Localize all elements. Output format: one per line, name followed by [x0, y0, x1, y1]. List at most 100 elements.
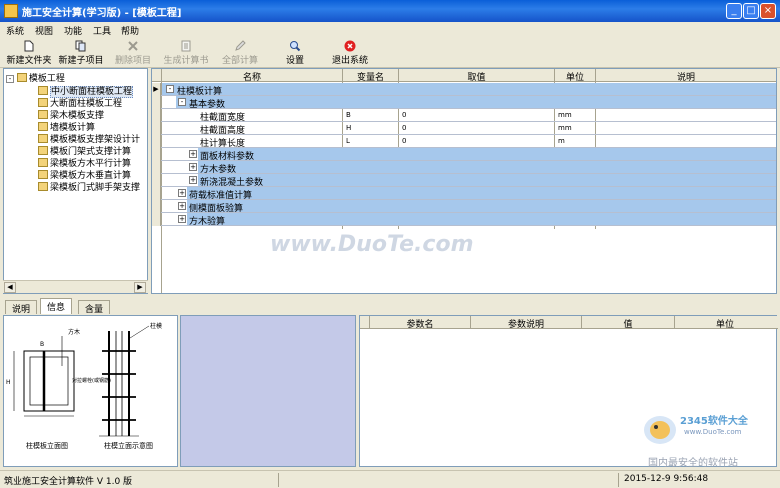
table-row[interactable]: ▶ - 柱模板计算 [152, 83, 776, 97]
calc-all-label: 全部计算 [221, 56, 258, 66]
calc-all-button[interactable]: 全部计算 [218, 40, 262, 66]
menu-help[interactable]: 帮助 [121, 24, 139, 37]
menu-view[interactable]: 视图 [35, 24, 53, 37]
tree-root[interactable]: - 模板工程 [6, 71, 65, 84]
menu-tools[interactable]: 工具 [93, 24, 111, 37]
tab-description[interactable]: 说明 [5, 300, 38, 315]
annotation-wood: 方木 [68, 328, 80, 336]
tree-item[interactable]: 梁模板方木平行计算 [38, 156, 131, 169]
bird-logo-icon [644, 416, 676, 444]
status-app-name: 筑业施工安全计算软件 V 1.0 版 [4, 477, 133, 487]
table-row[interactable]: 柱截面高度 H 0 mm [152, 122, 776, 136]
col-var-header[interactable]: 变量名 [343, 70, 398, 83]
tree-item[interactable]: 梁模板方木垂直计算 [38, 168, 131, 181]
tree-item[interactable]: 梁木模板支撑 [38, 108, 104, 121]
col-value-header[interactable]: 取值 [399, 70, 554, 83]
annotation-h: H [6, 379, 11, 386]
tree-item-label: 梁模板门式脚手架支撑 [50, 183, 141, 193]
settings-button[interactable]: 设置 [282, 40, 308, 66]
file-icon [38, 86, 48, 95]
tab-content[interactable]: 含量 [78, 300, 111, 315]
file-icon [38, 170, 48, 179]
column-formwork-diagram: 方木 B H 柱模 对拉螺栓(或钢筋) 柱模板立面图 柱模立面示意图 [6, 322, 162, 450]
tree-item[interactable]: 梁模板门式脚手架支撑 [38, 180, 141, 193]
tree-item[interactable]: 大断面柱模板工程 [38, 96, 122, 109]
expand-icon[interactable]: + [189, 176, 197, 184]
app-icon [4, 4, 18, 18]
close-button[interactable]: × [760, 3, 776, 19]
col-desc-header[interactable]: 说明 [596, 70, 776, 83]
row-name: 方木验算 [189, 217, 226, 227]
expand-icon[interactable]: + [189, 150, 197, 158]
copy-file-icon [75, 40, 86, 52]
collapse-icon[interactable]: - [166, 85, 174, 93]
expand-icon[interactable]: + [178, 215, 186, 223]
col-param-name[interactable]: 参数名 [370, 317, 470, 330]
file-icon [38, 146, 48, 155]
exit-button[interactable]: 退出系统 [330, 40, 370, 66]
table-row[interactable]: + 方木验算 [152, 213, 776, 227]
file-icon [38, 158, 48, 167]
badge-site: www.DuoTe.com [684, 428, 742, 436]
title-bar: 施工安全计算(学习版) - [模板工程] _ □ × [0, 0, 780, 22]
right-diagram-label: 柱模立面示意图 [104, 441, 153, 450]
menu-function[interactable]: 功能 [64, 24, 82, 37]
table-row[interactable]: + 侧模面板验算 [152, 200, 776, 214]
row-unit: mm [558, 124, 572, 132]
collapse-icon[interactable]: - [178, 98, 186, 106]
exit-icon [344, 40, 356, 52]
col-param-unit[interactable]: 单位 [675, 317, 775, 330]
scroll-left-icon[interactable]: ◀ [4, 282, 16, 293]
maximize-button[interactable]: □ [743, 3, 759, 19]
col-name-header[interactable]: 名称 [162, 70, 342, 83]
document-icon [181, 40, 191, 52]
tree-horizontal-scrollbar[interactable]: ◀ ▶ [3, 280, 148, 293]
settings-label: 设置 [285, 56, 304, 66]
tab-info[interactable]: 信息 [40, 298, 73, 314]
tree-item[interactable]: 墙模板计算 [38, 120, 95, 133]
parameter-grid[interactable]: 名称 变量名 取值 单位 说明 ▶ - 柱模板计算 - 基本参数 柱截面宽度 B… [151, 68, 777, 294]
table-row[interactable]: + 面板材料参数 [152, 148, 776, 162]
file-icon [38, 134, 48, 143]
col-unit-header[interactable]: 单位 [555, 70, 595, 83]
annotation-formwork: 柱模 [150, 322, 162, 330]
project-tree[interactable]: - 模板工程 中小断面柱模板工程 大断面柱模板工程 梁木模板支撑 墙模板计算 模… [3, 68, 148, 294]
row-unit: m [558, 137, 565, 145]
expand-icon[interactable]: + [178, 202, 186, 210]
table-row[interactable]: + 方木参数 [152, 161, 776, 175]
menu-bar: 系统 视图 功能 工具 帮助 [0, 22, 780, 38]
expand-icon[interactable]: + [189, 163, 197, 171]
tree-item[interactable]: 模板门架式支撑计算 [38, 144, 131, 157]
row-value[interactable]: 0 [402, 124, 406, 132]
file-icon [38, 98, 48, 107]
delete-item-button[interactable]: 删除项目 [111, 40, 155, 66]
expand-icon[interactable]: + [178, 189, 186, 197]
left-diagram-label: 柱模板立面图 [26, 441, 68, 450]
new-subitem-button[interactable]: 新建子项目 [56, 40, 106, 66]
minimize-button[interactable]: _ [726, 3, 742, 19]
pencil-icon [235, 40, 246, 51]
detail-grid-header: 参数名 参数说明 值 单位 [360, 316, 778, 330]
table-row[interactable]: 柱计算长度 L 0 m [152, 135, 776, 149]
new-file-icon [24, 40, 34, 52]
collapse-icon[interactable]: - [6, 75, 14, 83]
annotation-b: B [40, 341, 44, 348]
tree-item[interactable]: 中小断面柱模板工程 [38, 84, 134, 98]
new-folder-button[interactable]: 新建文件夹 [4, 40, 54, 66]
scroll-right-icon[interactable]: ▶ [134, 282, 146, 293]
menu-system[interactable]: 系统 [6, 24, 24, 37]
tree-item[interactable]: 模板模板支撑架设计计 [38, 132, 140, 145]
file-icon [38, 182, 48, 191]
col-param-desc[interactable]: 参数说明 [471, 317, 581, 330]
table-row[interactable]: + 荷载标准值计算 [152, 187, 776, 201]
table-row[interactable]: 柱截面宽度 B 0 mm [152, 109, 776, 123]
table-row[interactable]: + 新浇混凝土参数 [152, 174, 776, 188]
col-param-value[interactable]: 值 [582, 317, 674, 330]
table-row[interactable]: - 基本参数 [152, 96, 776, 110]
file-icon [38, 122, 48, 131]
status-datetime: 2015-12-9 9:56:48 [624, 474, 709, 484]
generate-book-button[interactable]: 生成计算书 [162, 40, 210, 66]
toolbar: 新建文件夹 新建子项目 删除项目 生成计算书 全部计算 设置 退出系统 [0, 38, 780, 68]
row-value[interactable]: 0 [402, 137, 406, 145]
row-value[interactable]: 0 [402, 111, 406, 119]
